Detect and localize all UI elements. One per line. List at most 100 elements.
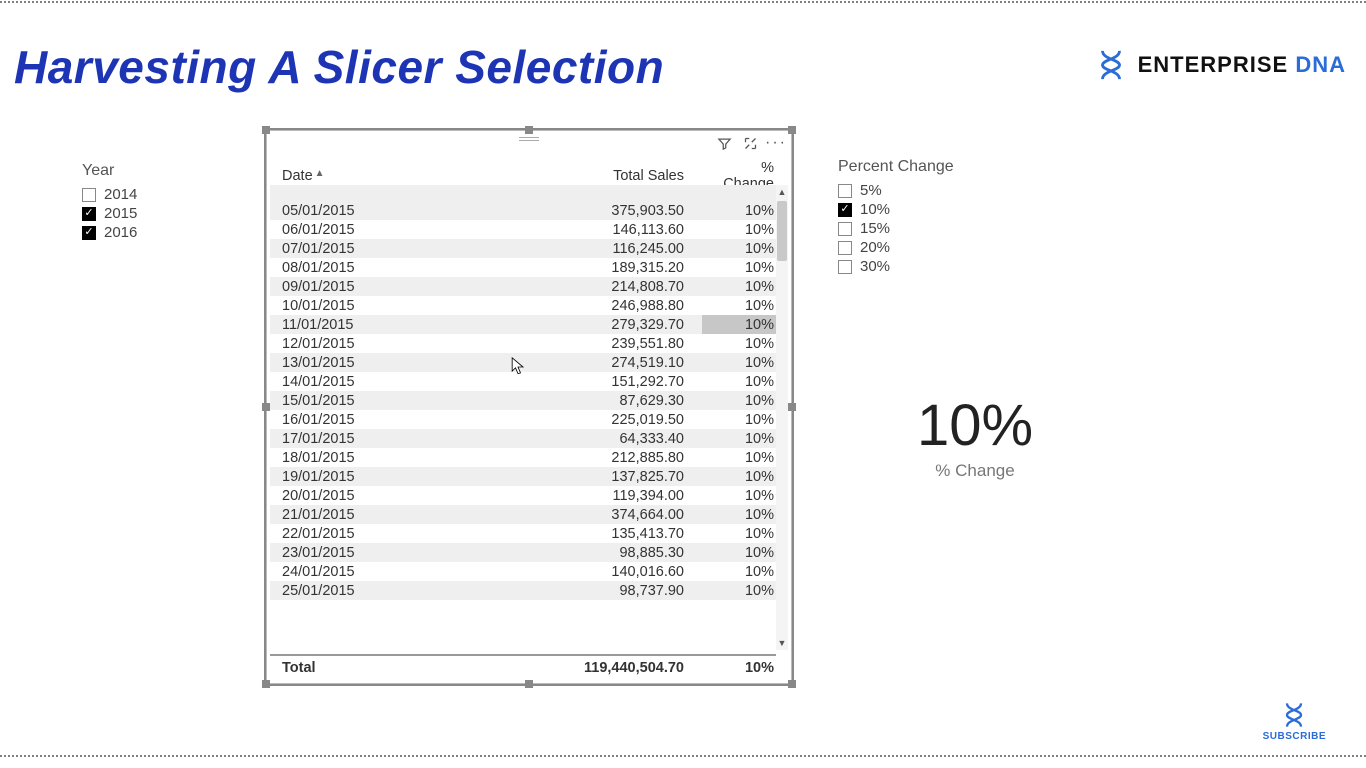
table-row[interactable]: 14/01/2015151,292.7010% bbox=[270, 372, 782, 391]
table-row[interactable]: 15/01/201587,629.3010% bbox=[270, 391, 782, 410]
cell-pct: 10% bbox=[702, 239, 782, 258]
cell-date: 24/01/2015 bbox=[270, 562, 380, 581]
table-row[interactable]: ... bbox=[270, 185, 782, 201]
cell-date: 25/01/2015 bbox=[270, 581, 380, 600]
cell-pct: 10% bbox=[702, 581, 782, 600]
cell-sales: 225,019.50 bbox=[380, 410, 702, 429]
cell-pct: 10% bbox=[702, 201, 782, 220]
checkbox-icon[interactable] bbox=[82, 207, 96, 221]
cell-sales: 375,903.50 bbox=[380, 201, 702, 220]
resize-handle[interactable] bbox=[788, 680, 796, 688]
percent-option[interactable]: 30% bbox=[838, 258, 998, 275]
more-options-icon[interactable]: ··· bbox=[768, 135, 784, 151]
checkbox-icon[interactable] bbox=[82, 226, 96, 240]
sort-asc-icon: ▲ bbox=[315, 168, 325, 179]
resize-handle[interactable] bbox=[262, 680, 270, 688]
cell-date: 18/01/2015 bbox=[270, 448, 380, 467]
cell-sales: 116,245.00 bbox=[380, 239, 702, 258]
table-row[interactable]: 21/01/2015374,664.0010% bbox=[270, 505, 782, 524]
cell-sales: 64,333.40 bbox=[380, 429, 702, 448]
table-row[interactable]: 17/01/201564,333.4010% bbox=[270, 429, 782, 448]
table-row[interactable]: 18/01/2015212,885.8010% bbox=[270, 448, 782, 467]
table-row[interactable]: 10/01/2015246,988.8010% bbox=[270, 296, 782, 315]
cell-pct: 10% bbox=[702, 410, 782, 429]
table-row[interactable]: 24/01/2015140,016.6010% bbox=[270, 562, 782, 581]
year-option[interactable]: 2014 bbox=[82, 186, 222, 203]
table-row[interactable]: 11/01/2015279,329.7010% bbox=[270, 315, 782, 334]
percent-option[interactable]: 10% bbox=[838, 201, 998, 218]
table-row[interactable]: 05/01/2015375,903.5010% bbox=[270, 201, 782, 220]
cell-date: 19/01/2015 bbox=[270, 467, 380, 486]
year-slicer-title: Year bbox=[82, 162, 222, 180]
dna-icon bbox=[1094, 48, 1128, 82]
percent-option[interactable]: 5% bbox=[838, 182, 998, 199]
year-option-label: 2016 bbox=[104, 224, 137, 241]
drag-handle-icon[interactable] bbox=[519, 136, 539, 142]
table-row[interactable]: 16/01/2015225,019.5010% bbox=[270, 410, 782, 429]
cell-pct: 10% bbox=[702, 315, 782, 334]
cell-sales: 214,808.70 bbox=[380, 277, 702, 296]
cell-pct: 10% bbox=[702, 505, 782, 524]
table-row[interactable]: 13/01/2015274,519.1010% bbox=[270, 353, 782, 372]
table-row[interactable]: 08/01/2015189,315.2010% bbox=[270, 258, 782, 277]
percent-option-label: 5% bbox=[860, 182, 882, 199]
table-row[interactable]: 23/01/201598,885.3010% bbox=[270, 543, 782, 562]
table-row[interactable]: 06/01/2015146,113.6010% bbox=[270, 220, 782, 239]
cell-date: 14/01/2015 bbox=[270, 372, 380, 391]
scroll-down-icon[interactable]: ▼ bbox=[776, 636, 788, 650]
checkbox-icon[interactable] bbox=[838, 203, 852, 217]
scroll-up-icon[interactable]: ▲ bbox=[776, 185, 788, 199]
year-option[interactable]: 2016 bbox=[82, 224, 222, 241]
percent-option-label: 10% bbox=[860, 201, 890, 218]
cell-date: 15/01/2015 bbox=[270, 391, 380, 410]
cell-pct: 10% bbox=[702, 220, 782, 239]
year-slicer: Year 2014 2015 2016 bbox=[82, 162, 222, 243]
percent-option-label: 30% bbox=[860, 258, 890, 275]
cell-sales: 98,885.30 bbox=[380, 543, 702, 562]
percent-change-slicer: Percent Change 5%10%15%20%30% bbox=[838, 158, 998, 277]
filter-icon[interactable] bbox=[716, 135, 732, 151]
checkbox-icon[interactable] bbox=[82, 188, 96, 202]
vertical-scrollbar[interactable]: ▲ ▼ bbox=[776, 185, 788, 650]
cell-date: 21/01/2015 bbox=[270, 505, 380, 524]
cell-date: 10/01/2015 bbox=[270, 296, 380, 315]
table-body: Date▲ Total Sales % Change ...05/01/2015… bbox=[270, 156, 788, 680]
year-option[interactable]: 2015 bbox=[82, 205, 222, 222]
checkbox-icon[interactable] bbox=[838, 222, 852, 236]
page-border-bottom bbox=[0, 755, 1366, 757]
cell-pct: 10% bbox=[702, 448, 782, 467]
page-border-top bbox=[0, 1, 1366, 3]
table-row[interactable]: 07/01/2015116,245.0010% bbox=[270, 239, 782, 258]
year-option-label: 2014 bbox=[104, 186, 137, 203]
checkbox-icon[interactable] bbox=[838, 260, 852, 274]
cell-date: 11/01/2015 bbox=[270, 315, 380, 334]
card-value: 10% bbox=[850, 392, 1100, 459]
table-visual[interactable]: ··· Date▲ Total Sales % Change ...05/01/… bbox=[264, 128, 794, 686]
table-row[interactable]: 22/01/2015135,413.7010% bbox=[270, 524, 782, 543]
cell-pct: 10% bbox=[702, 486, 782, 505]
resize-handle[interactable] bbox=[788, 403, 796, 411]
table-row[interactable]: 12/01/2015239,551.8010% bbox=[270, 334, 782, 353]
cell-sales: 246,988.80 bbox=[380, 296, 702, 315]
focus-mode-icon[interactable] bbox=[742, 135, 758, 151]
cell-pct: 10% bbox=[702, 277, 782, 296]
table-row[interactable]: 20/01/2015119,394.0010% bbox=[270, 486, 782, 505]
cell-date: 16/01/2015 bbox=[270, 410, 380, 429]
resize-handle[interactable] bbox=[525, 680, 533, 688]
cell-pct: 10% bbox=[702, 258, 782, 277]
scroll-thumb[interactable] bbox=[777, 201, 787, 261]
resize-handle[interactable] bbox=[262, 403, 270, 411]
cell-date: 09/01/2015 bbox=[270, 277, 380, 296]
table-row[interactable]: 19/01/2015137,825.7010% bbox=[270, 467, 782, 486]
logo-word-2: DNA bbox=[1295, 52, 1346, 77]
cell-pct: 10% bbox=[702, 296, 782, 315]
cell-sales: 87,629.30 bbox=[380, 391, 702, 410]
subscribe-badge[interactable]: SUBSCRIBE bbox=[1263, 701, 1326, 742]
checkbox-icon[interactable] bbox=[838, 184, 852, 198]
table-row[interactable]: 09/01/2015214,808.7010% bbox=[270, 277, 782, 296]
cell-sales: 279,329.70 bbox=[380, 315, 702, 334]
percent-option[interactable]: 15% bbox=[838, 220, 998, 237]
table-row[interactable]: 25/01/201598,737.9010% bbox=[270, 581, 782, 600]
checkbox-icon[interactable] bbox=[838, 241, 852, 255]
percent-option[interactable]: 20% bbox=[838, 239, 998, 256]
